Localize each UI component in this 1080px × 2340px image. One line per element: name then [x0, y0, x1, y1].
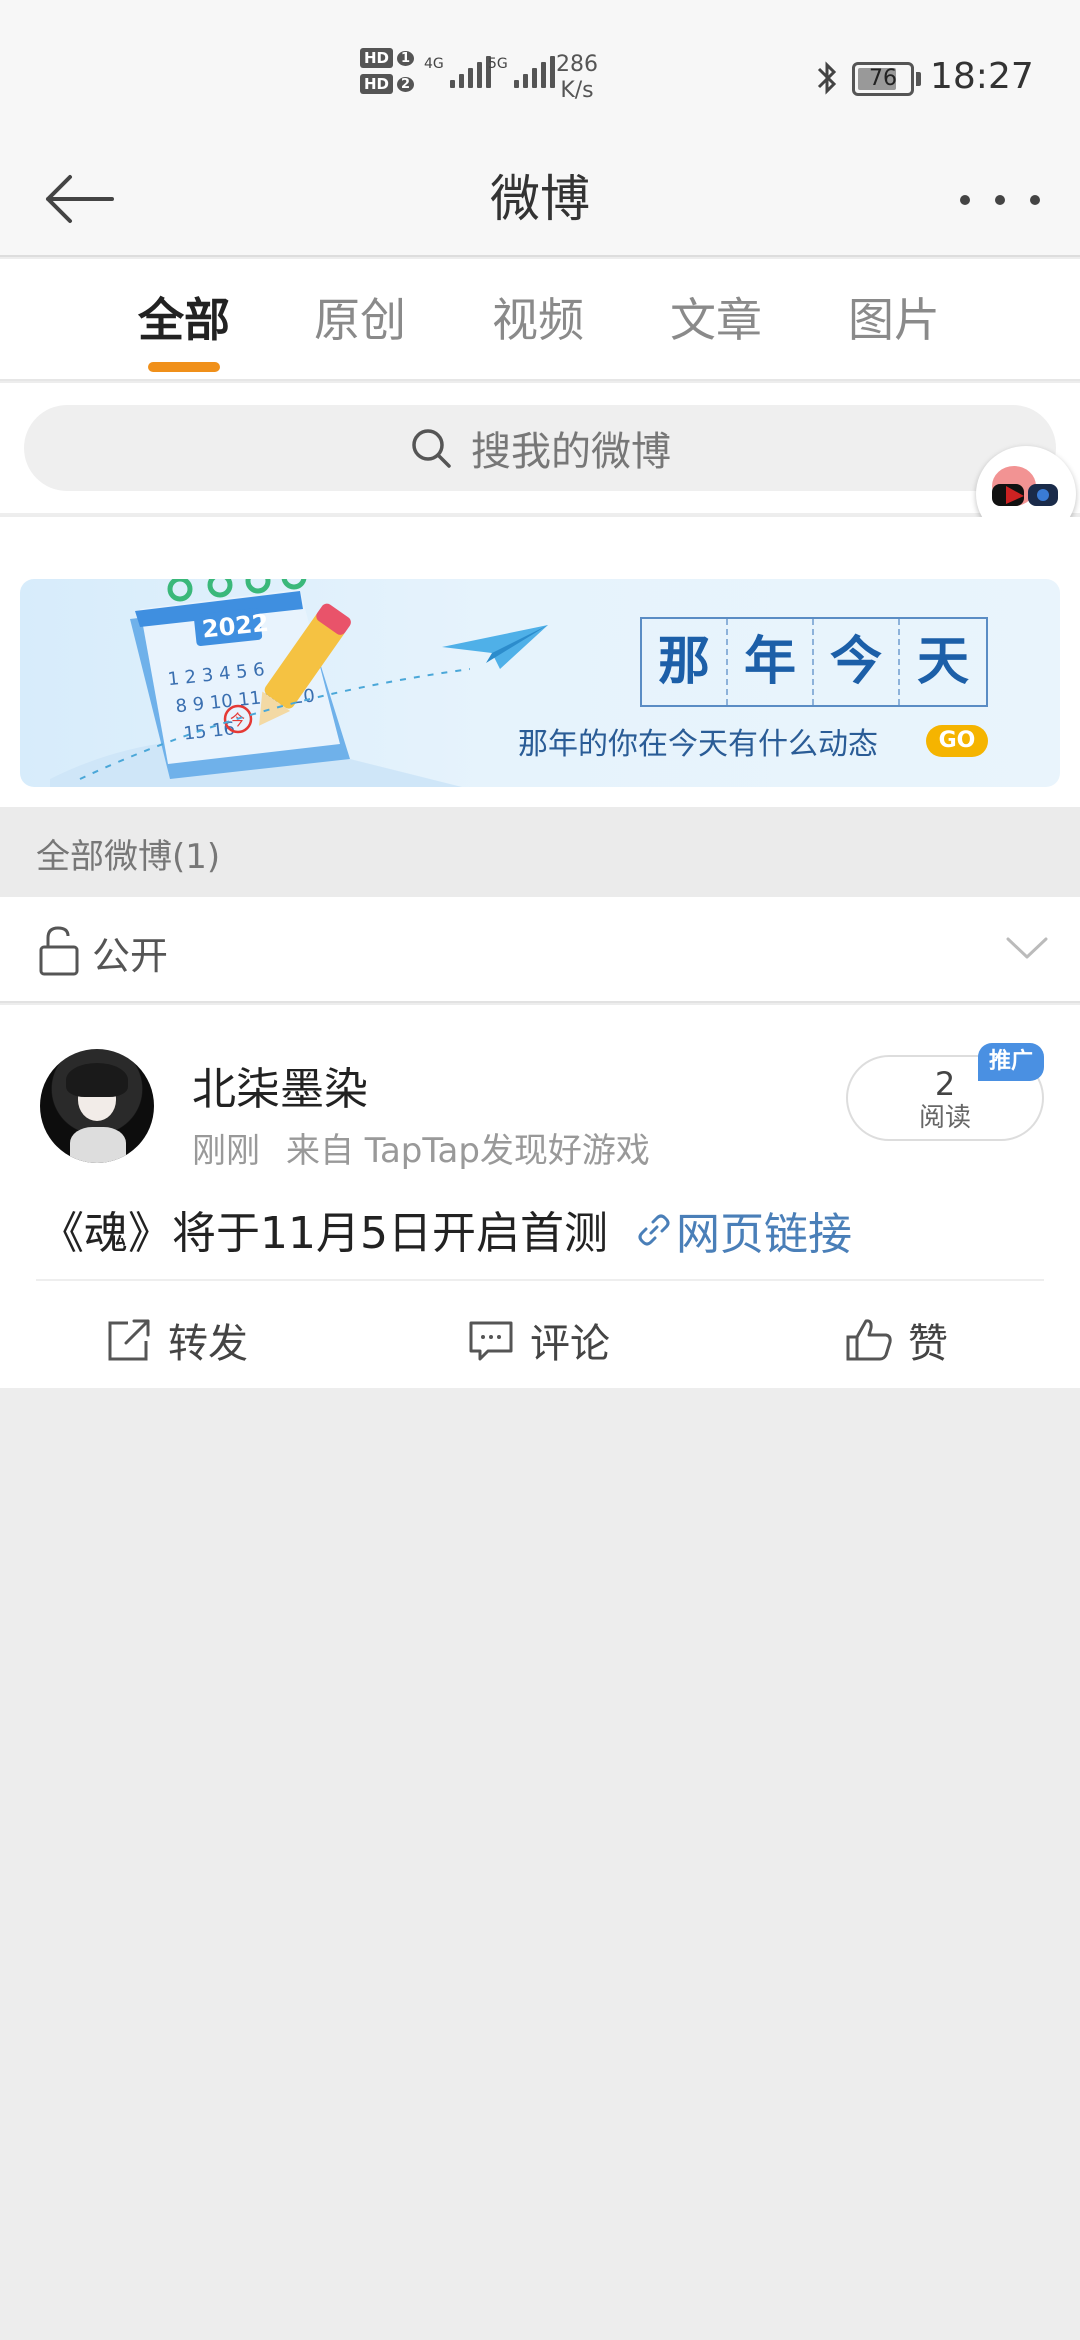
repost-icon	[108, 1319, 150, 1361]
tab-original[interactable]: 原创	[280, 259, 440, 381]
network-type: 4G	[424, 56, 444, 72]
search-area: 搜我的微博	[0, 383, 1080, 515]
battery-level: 76	[869, 66, 897, 91]
repost-label: 转发	[168, 1321, 248, 1367]
unlock-icon	[39, 926, 79, 976]
active-tab-indicator	[148, 362, 220, 372]
read-label: 阅读	[918, 1103, 971, 1133]
search-input[interactable]: 搜我的微博	[24, 405, 1056, 491]
network-speed: 286 K/s	[556, 52, 598, 103]
section-header: 全部微博(1)	[0, 807, 1080, 897]
comment-button[interactable]: 评论	[466, 1305, 610, 1375]
post-card: 北柒墨染 刚刚 来自 TapTap发现好游戏 2 阅读 推广 《魂》将于11月5日…	[0, 1005, 1080, 1388]
repost-button[interactable]: 转发	[104, 1305, 248, 1375]
tab-image[interactable]: 图片	[814, 259, 974, 381]
tab-article[interactable]: 文章	[636, 259, 796, 381]
banner-subtitle: 那年的你在今天有什么动态	[518, 727, 878, 762]
visibility-filter[interactable]: 公开	[0, 897, 1080, 1003]
status-bar: HD 1 HD 2 4G 5G 286 K/s 76 18:27	[0, 0, 1080, 145]
post-time: 刚刚	[192, 1131, 260, 1171]
like-button[interactable]: 赞	[844, 1305, 948, 1375]
divider	[36, 1279, 1044, 1281]
comment-icon	[469, 1321, 513, 1361]
more-dots-icon[interactable]	[960, 175, 1040, 225]
paper-plane-icon	[442, 625, 548, 669]
clock: 18:27	[930, 56, 1034, 97]
hd-badge: HD	[360, 74, 394, 94]
thumbs-up-icon	[846, 1319, 892, 1361]
like-label: 赞	[908, 1321, 948, 1367]
comment-label: 评论	[530, 1321, 610, 1367]
post-meta: 刚刚 来自 TapTap发现好游戏	[192, 1123, 650, 1172]
calendar-illustration: 2022 1 2 3 4 5 6 8 9 10 11 12 15 16 19 2…	[50, 579, 470, 787]
calendar-today-mark: 今	[230, 711, 245, 729]
signal-icon: 4G	[424, 56, 491, 88]
post-source[interactable]: 来自 TapTap发现好游戏	[286, 1131, 650, 1171]
hd-badge: HD	[360, 48, 394, 68]
avatar[interactable]	[40, 1049, 154, 1163]
post-body: 《魂》将于11月5日开启首测	[40, 1208, 608, 1259]
hd-indicators: HD 1 HD 2	[360, 48, 415, 94]
chevron-down-icon[interactable]	[1004, 933, 1050, 963]
memories-banner[interactable]: 2022 1 2 3 4 5 6 8 9 10 11 12 15 16 19 2…	[20, 579, 1060, 787]
hd-badge-number: 1	[397, 50, 415, 66]
banner-go-button[interactable]: GO	[926, 725, 988, 757]
banner-area: 2022 1 2 3 4 5 6 8 9 10 11 12 15 16 19 2…	[0, 517, 1080, 807]
link-icon	[638, 1214, 670, 1246]
post-count-label: 全部微博(1)	[36, 837, 221, 877]
post-text: 《魂》将于11月5日开启首测 网页链接	[40, 1197, 852, 1262]
web-link-label: 网页链接	[675, 1209, 852, 1260]
network-type: 5G	[488, 56, 508, 72]
banner-title: 那 年 今 天	[640, 617, 988, 707]
battery-cap	[916, 72, 921, 86]
bluetooth-icon	[817, 61, 837, 95]
page-title: 微博	[490, 170, 590, 228]
nav-bar: 微博	[0, 145, 1080, 257]
hd-badge-number: 2	[397, 76, 415, 92]
search-icon	[412, 429, 451, 468]
search-placeholder: 搜我的微博	[471, 429, 671, 475]
web-link[interactable]: 网页链接	[636, 1198, 852, 1262]
promo-badge[interactable]: 推广	[978, 1043, 1044, 1081]
tab-video[interactable]: 视频	[458, 259, 618, 381]
visibility-label: 公开	[92, 934, 169, 978]
battery-icon: 76	[852, 62, 914, 96]
signal-icon: 5G	[488, 56, 555, 88]
username[interactable]: 北柒墨染	[192, 1053, 368, 1117]
tab-bar: 全部 原创 视频 文章 图片	[0, 259, 1080, 381]
